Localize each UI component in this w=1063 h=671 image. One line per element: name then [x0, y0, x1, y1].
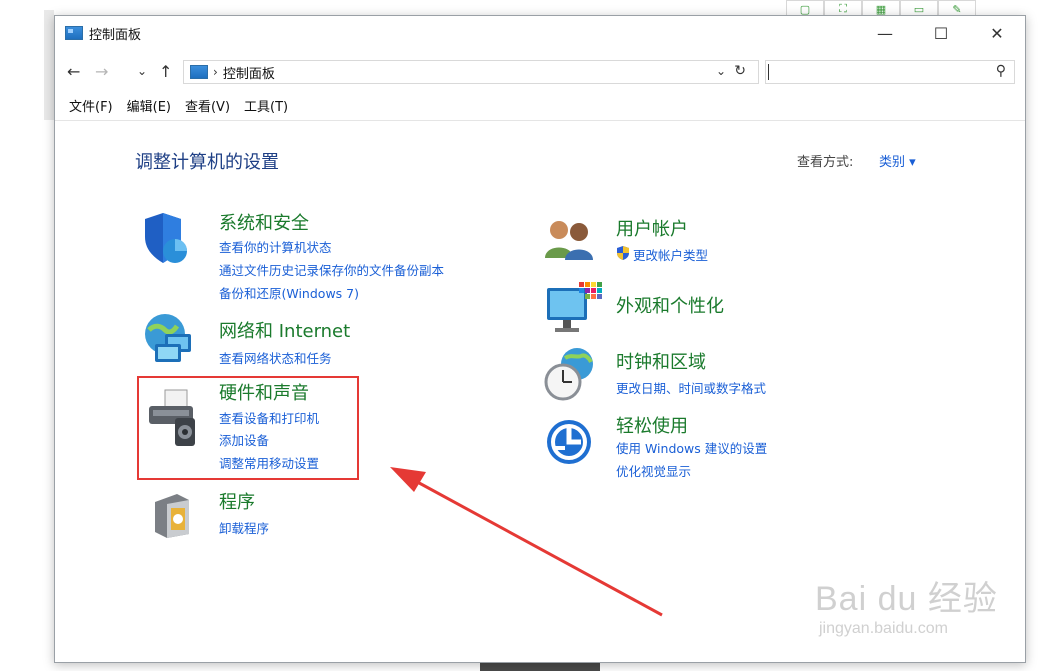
annotation-arrow [390, 467, 663, 617]
